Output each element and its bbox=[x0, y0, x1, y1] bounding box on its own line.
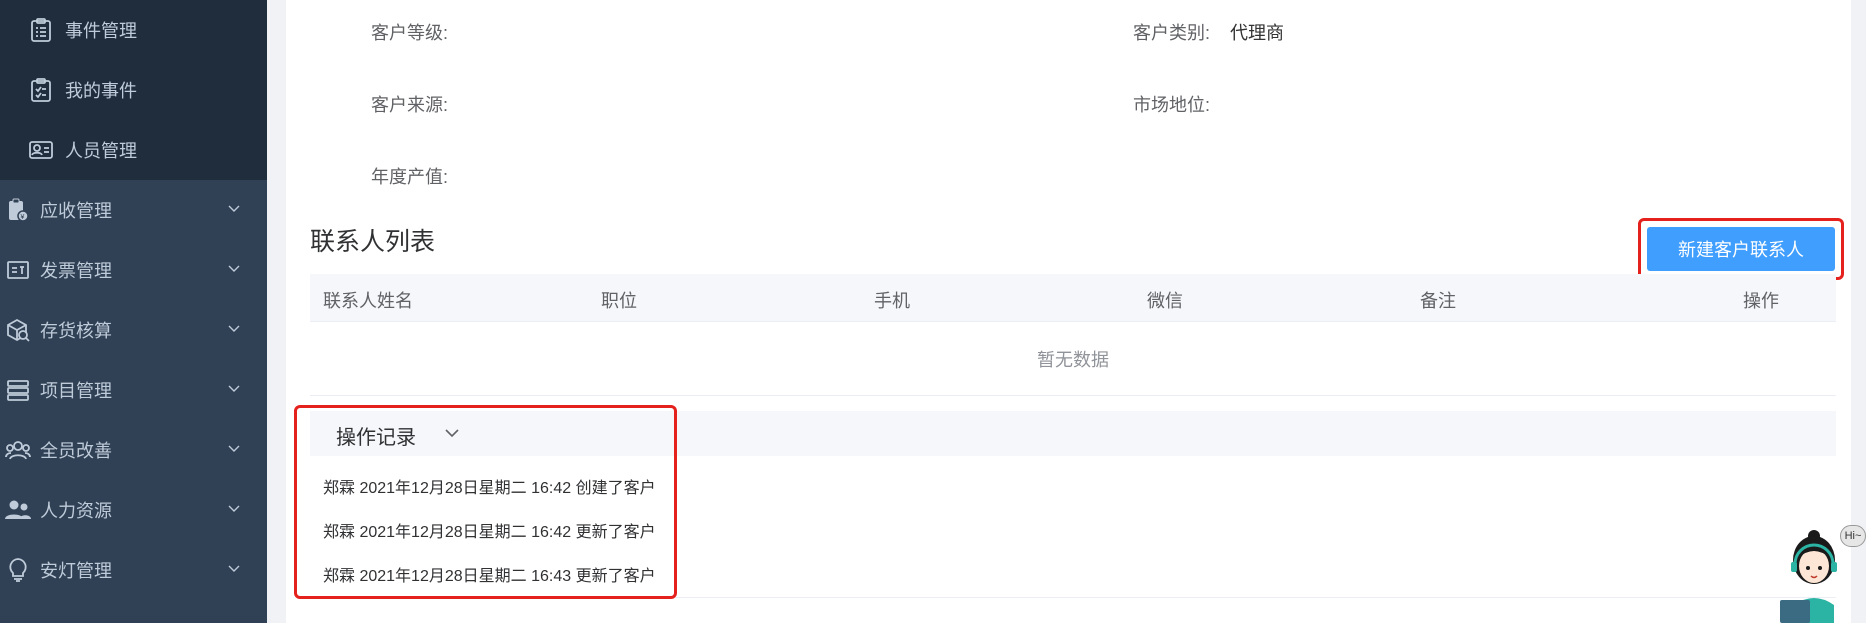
clipboard-list-icon bbox=[29, 18, 53, 42]
sidebar-item-improvement[interactable]: 全员改善 bbox=[0, 420, 267, 480]
sidebar-item-label: 存货核算 bbox=[40, 321, 112, 341]
column-header-position[interactable]: 职位 bbox=[601, 287, 637, 313]
log-entry: 郑霖 2021年12月28日星期二 16:42 创建了客户 bbox=[323, 480, 656, 497]
sidebar-item-receivables[interactable]: ¥ 应收管理 bbox=[0, 180, 267, 240]
sidebar-item-label: 安灯管理 bbox=[40, 561, 112, 581]
customer-source-field: 客户来源: bbox=[371, 91, 468, 117]
id-card-icon bbox=[29, 138, 53, 162]
log-entry: 郑霖 2021年12月28日星期二 16:43 更新了客户 bbox=[323, 568, 656, 585]
sidebar-item-label: 发票管理 bbox=[40, 261, 112, 281]
chevron-down-icon bbox=[227, 202, 241, 216]
sidebar-item-label: 应收管理 bbox=[40, 201, 112, 221]
sidebar-item-label: 事件管理 bbox=[65, 21, 137, 41]
sidebar-next-item-partial bbox=[0, 600, 267, 618]
chevron-down-icon bbox=[227, 562, 241, 576]
svg-text:¥: ¥ bbox=[21, 214, 25, 221]
inventory-icon bbox=[5, 317, 31, 343]
project-icon bbox=[5, 377, 31, 403]
contacts-table-header: 联系人姓名 职位 手机 微信 备注 操作 bbox=[310, 274, 1836, 322]
market-position-field: 市场地位: bbox=[1133, 91, 1230, 117]
chevron-down-icon bbox=[444, 426, 460, 440]
sidebar-item-label: 全员改善 bbox=[40, 441, 112, 461]
divider bbox=[310, 597, 1836, 598]
users-icon bbox=[5, 437, 31, 463]
column-header-remarks[interactable]: 备注 bbox=[1420, 287, 1456, 313]
operation-log-header[interactable]: 操作记录 bbox=[310, 411, 1836, 456]
assistant-greeting-badge: Hi~ bbox=[1840, 525, 1866, 547]
log-entry: 郑霖 2021年12月28日星期二 16:42 更新了客户 bbox=[323, 524, 656, 541]
chevron-down-icon bbox=[227, 322, 241, 336]
sidebar-item-label: 我的事件 bbox=[65, 81, 137, 101]
assistant-avatar-icon[interactable] bbox=[1776, 530, 1846, 623]
chevron-down-icon bbox=[227, 262, 241, 276]
clipboard-check-icon bbox=[29, 78, 53, 102]
customer-level-field: 客户等级: bbox=[371, 19, 468, 45]
sidebar-item-label: 人力资源 bbox=[40, 501, 112, 521]
receivable-icon: ¥ bbox=[5, 197, 31, 223]
people-icon bbox=[5, 497, 31, 523]
sidebar-item-my-events[interactable]: 我的事件 bbox=[0, 60, 267, 120]
sidebar-item-staff-management[interactable]: 人员管理 bbox=[0, 120, 267, 180]
sidebar-item-projects[interactable]: 项目管理 bbox=[0, 360, 267, 420]
contacts-empty-state: 暂无数据 bbox=[310, 322, 1836, 396]
sidebar-submenu: 事件管理 我的事件 人员管理 bbox=[0, 0, 267, 180]
market-position-label: 市场地位: bbox=[1133, 95, 1211, 115]
chevron-down-icon bbox=[227, 442, 241, 456]
contacts-section-title: 联系人列表 bbox=[310, 228, 436, 256]
column-header-mobile[interactable]: 手机 bbox=[874, 287, 910, 313]
invoice-icon bbox=[5, 257, 31, 283]
sidebar-item-label: 项目管理 bbox=[40, 381, 112, 401]
sidebar-item-invoices[interactable]: 发票管理 bbox=[0, 240, 267, 300]
new-contact-highlight: 新建客户联系人 bbox=[1638, 218, 1844, 280]
sidebar-item-label: 人员管理 bbox=[65, 141, 137, 161]
customer-category-label: 客户类别: bbox=[1133, 23, 1211, 43]
chevron-down-icon bbox=[227, 502, 241, 516]
customer-level-label: 客户等级: bbox=[371, 23, 449, 43]
column-header-name[interactable]: 联系人姓名 bbox=[323, 287, 413, 313]
sidebar-item-inventory[interactable]: 存货核算 bbox=[0, 300, 267, 360]
annual-output-label: 年度产值: bbox=[371, 167, 449, 187]
sidebar: 事件管理 我的事件 人员管理 ¥ 应收管理 发票管理 存货核算 项目管理 全员改… bbox=[0, 0, 267, 623]
sidebar-item-hr[interactable]: 人力资源 bbox=[0, 480, 267, 540]
sidebar-item-event-management[interactable]: 事件管理 bbox=[0, 0, 267, 60]
chevron-down-icon bbox=[227, 382, 241, 396]
annual-output-field: 年度产值: bbox=[371, 163, 468, 189]
customer-detail-panel: 客户等级: 客户类别: 代理商 客户来源: 市场地位: 年度产值: 联系人列表 新… bbox=[286, 0, 1851, 623]
customer-category-field: 客户类别: 代理商 bbox=[1133, 19, 1284, 45]
customer-category-value: 代理商 bbox=[1230, 23, 1285, 43]
customer-source-label: 客户来源: bbox=[371, 95, 449, 115]
column-header-actions[interactable]: 操作 bbox=[1743, 287, 1779, 313]
contacts-table: 联系人姓名 职位 手机 微信 备注 操作 暂无数据 bbox=[310, 274, 1836, 396]
lightbulb-icon bbox=[5, 557, 31, 583]
new-contact-button[interactable]: 新建客户联系人 bbox=[1647, 227, 1835, 271]
sidebar-item-andon[interactable]: 安灯管理 bbox=[0, 540, 267, 600]
column-header-wechat[interactable]: 微信 bbox=[1147, 287, 1183, 313]
operation-log-title: 操作记录 bbox=[336, 427, 416, 449]
